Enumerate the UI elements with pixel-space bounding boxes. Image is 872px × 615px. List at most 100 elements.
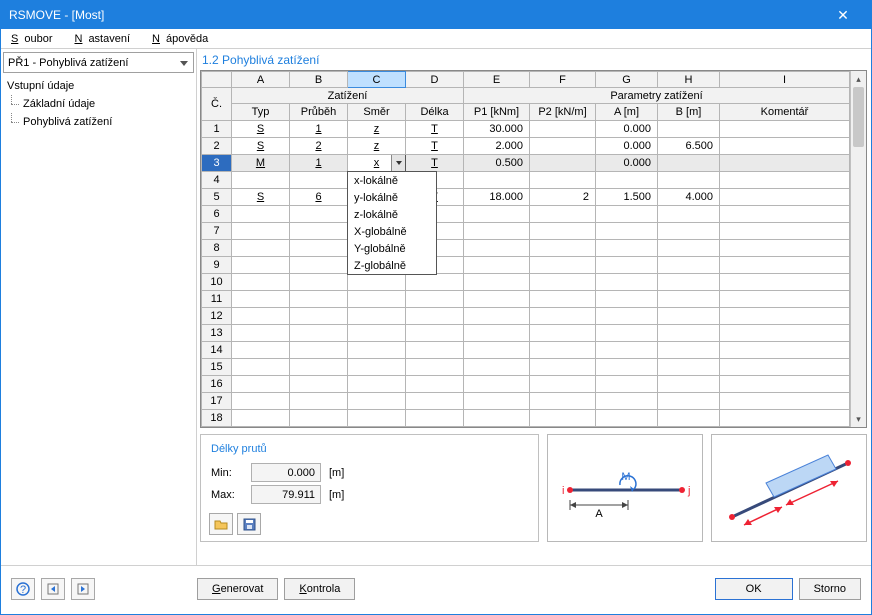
- col-F[interactable]: F: [530, 72, 596, 88]
- col-I[interactable]: I: [720, 72, 850, 88]
- cell[interactable]: [464, 410, 530, 427]
- cell[interactable]: [348, 342, 406, 359]
- dropdown-option[interactable]: Z-globálně: [348, 257, 436, 274]
- col-D[interactable]: D: [406, 72, 464, 88]
- cell[interactable]: [530, 342, 596, 359]
- cell[interactable]: [464, 172, 530, 189]
- cell[interactable]: [596, 410, 658, 427]
- cell[interactable]: 0.000: [596, 121, 658, 138]
- generate-button[interactable]: Generovat: [197, 578, 278, 600]
- cell[interactable]: [290, 240, 348, 257]
- cell[interactable]: [530, 308, 596, 325]
- cell[interactable]: [232, 308, 290, 325]
- cell[interactable]: [348, 308, 406, 325]
- cell[interactable]: [348, 393, 406, 410]
- dropdown-option[interactable]: x-lokálně: [348, 172, 436, 189]
- table-row[interactable]: 10: [202, 274, 850, 291]
- col-A[interactable]: A: [232, 72, 290, 88]
- cell[interactable]: [348, 410, 406, 427]
- cell[interactable]: 6.500: [658, 138, 720, 155]
- cell[interactable]: [232, 325, 290, 342]
- ok-button[interactable]: OK: [715, 578, 793, 600]
- cell[interactable]: [720, 410, 850, 427]
- cell[interactable]: [596, 274, 658, 291]
- cell[interactable]: [530, 121, 596, 138]
- cell[interactable]: [290, 206, 348, 223]
- close-icon[interactable]: ✕: [823, 7, 863, 24]
- cell[interactable]: [720, 274, 850, 291]
- cell[interactable]: [406, 393, 464, 410]
- next-button[interactable]: [71, 578, 95, 600]
- cell[interactable]: [232, 342, 290, 359]
- row-number[interactable]: 9: [202, 257, 232, 274]
- cell[interactable]: [464, 308, 530, 325]
- cell[interactable]: [348, 376, 406, 393]
- cell[interactable]: [658, 206, 720, 223]
- cell[interactable]: [720, 393, 850, 410]
- cell[interactable]: [658, 359, 720, 376]
- cell[interactable]: S: [232, 138, 290, 155]
- row-number[interactable]: 6: [202, 206, 232, 223]
- row-number[interactable]: 18: [202, 410, 232, 427]
- cell[interactable]: [658, 240, 720, 257]
- col-E[interactable]: E: [464, 72, 530, 88]
- cell[interactable]: [530, 206, 596, 223]
- cell[interactable]: T: [406, 155, 464, 172]
- cell[interactable]: [658, 393, 720, 410]
- cell[interactable]: 0.000: [596, 138, 658, 155]
- prev-button[interactable]: [41, 578, 65, 600]
- cell[interactable]: [232, 274, 290, 291]
- table-row[interactable]: 5S6T18.00021.5004.000: [202, 189, 850, 206]
- cell[interactable]: [720, 376, 850, 393]
- cell[interactable]: 1.500: [596, 189, 658, 206]
- col-C[interactable]: C: [348, 72, 406, 88]
- cell[interactable]: [464, 206, 530, 223]
- cell[interactable]: [232, 240, 290, 257]
- cell[interactable]: 2: [290, 138, 348, 155]
- cell[interactable]: [406, 291, 464, 308]
- cell[interactable]: [596, 257, 658, 274]
- table-row[interactable]: 17: [202, 393, 850, 410]
- cell[interactable]: [658, 274, 720, 291]
- cell[interactable]: [232, 359, 290, 376]
- cell[interactable]: [530, 359, 596, 376]
- cell[interactable]: [658, 155, 720, 172]
- cell[interactable]: [658, 376, 720, 393]
- cell[interactable]: [596, 172, 658, 189]
- cell[interactable]: [530, 393, 596, 410]
- save-button[interactable]: [237, 513, 261, 535]
- cell[interactable]: [464, 240, 530, 257]
- table-row[interactable]: 4: [202, 172, 850, 189]
- cell[interactable]: [348, 359, 406, 376]
- row-number[interactable]: 15: [202, 359, 232, 376]
- cell[interactable]: [290, 410, 348, 427]
- cell[interactable]: T: [406, 138, 464, 155]
- cell[interactable]: [464, 376, 530, 393]
- cell[interactable]: [464, 223, 530, 240]
- table-row[interactable]: 13: [202, 325, 850, 342]
- cell[interactable]: [720, 155, 850, 172]
- cell[interactable]: [658, 410, 720, 427]
- cell[interactable]: [348, 291, 406, 308]
- cell[interactable]: [348, 325, 406, 342]
- table-row[interactable]: 18: [202, 410, 850, 427]
- table-row[interactable]: 1S1zT30.0000.000: [202, 121, 850, 138]
- cell[interactable]: [658, 172, 720, 189]
- scroll-down-icon[interactable]: ▾: [851, 411, 866, 427]
- cell[interactable]: [720, 138, 850, 155]
- table-row[interactable]: 12: [202, 308, 850, 325]
- cell[interactable]: [596, 206, 658, 223]
- cell[interactable]: [464, 342, 530, 359]
- cell[interactable]: [406, 342, 464, 359]
- cell[interactable]: [232, 291, 290, 308]
- cell[interactable]: [530, 325, 596, 342]
- cell[interactable]: [232, 223, 290, 240]
- cell[interactable]: T: [406, 121, 464, 138]
- row-number[interactable]: 11: [202, 291, 232, 308]
- table-row[interactable]: 7: [202, 223, 850, 240]
- row-number[interactable]: 16: [202, 376, 232, 393]
- cell[interactable]: [720, 342, 850, 359]
- cell[interactable]: [596, 240, 658, 257]
- menu-help[interactable]: Nápověda: [146, 32, 220, 46]
- cell[interactable]: [464, 291, 530, 308]
